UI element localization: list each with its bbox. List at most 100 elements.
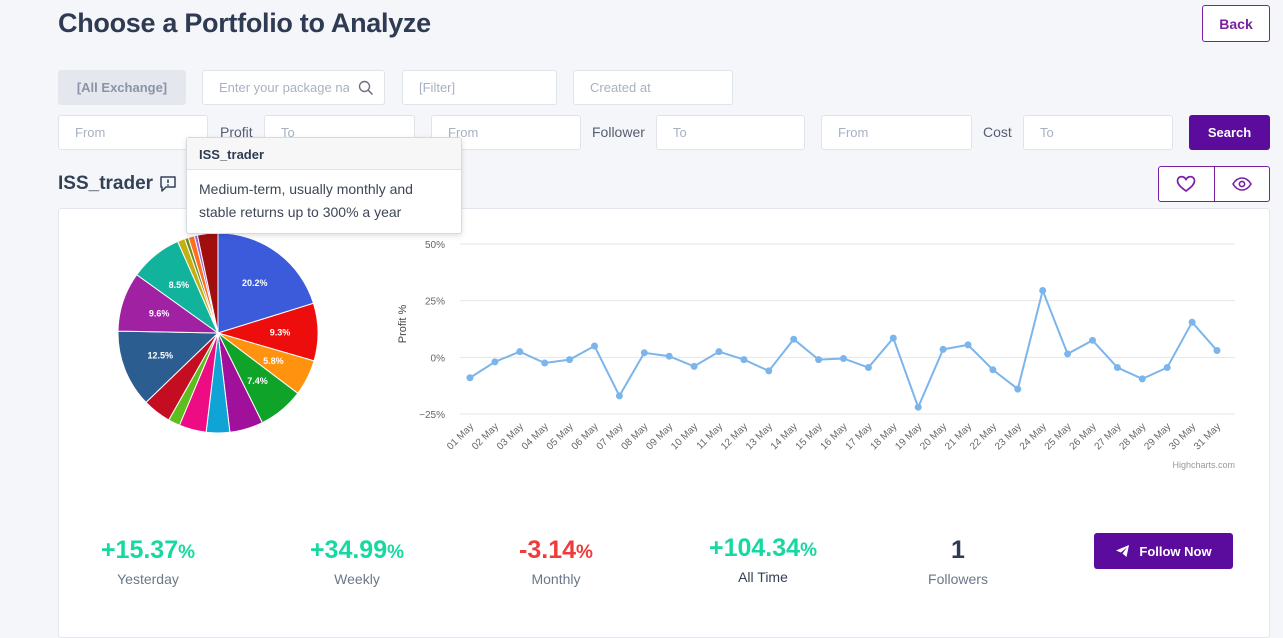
favorite-button[interactable] xyxy=(1159,167,1214,201)
data-point[interactable] xyxy=(939,345,947,353)
pie-slice-label: 12.5% xyxy=(148,351,174,361)
x-tick-label: 23 May xyxy=(993,421,1024,452)
x-tick-label: 22 May xyxy=(968,421,999,452)
data-point[interactable] xyxy=(815,356,823,364)
cost-from-field[interactable] xyxy=(821,115,972,150)
portfolio-tooltip: ISS_trader Medium-term, usually monthly … xyxy=(186,137,462,234)
stat-weekly-value: +34.99% xyxy=(309,536,405,564)
pie-slice-label: 9.6% xyxy=(149,308,170,318)
data-point[interactable] xyxy=(491,358,499,366)
cost-from-input[interactable] xyxy=(838,125,971,140)
comment-icon[interactable] xyxy=(159,175,177,193)
filter-input[interactable] xyxy=(419,80,556,95)
stat-yesterday-label: Yesterday xyxy=(117,571,179,587)
data-point[interactable] xyxy=(1138,375,1146,383)
data-point[interactable] xyxy=(715,348,723,356)
data-point[interactable] xyxy=(1113,364,1121,372)
created-at-input[interactable] xyxy=(590,80,732,95)
pie-slice-label: 20.2% xyxy=(242,278,268,288)
back-button[interactable]: Back xyxy=(1202,5,1270,42)
data-point[interactable] xyxy=(989,366,997,374)
package-search-input[interactable] xyxy=(219,80,349,95)
stat-yesterday-value: +15.37% xyxy=(100,536,196,564)
data-point[interactable] xyxy=(615,392,623,400)
x-tick-label: 03 May xyxy=(495,421,526,452)
data-point[interactable] xyxy=(740,356,748,364)
stat-yesterday: +15.37% Yesterday xyxy=(78,536,218,587)
line-chart: 50% 25% 0% −25% Profit % 01 May02 May03 May04… xyxy=(397,240,1235,470)
data-point[interactable] xyxy=(591,342,598,350)
pie-slice-label: 9.3% xyxy=(270,327,291,337)
y-axis-title: Profit % xyxy=(397,305,409,344)
y-tick-label: 0% xyxy=(431,353,446,364)
data-point[interactable] xyxy=(541,359,549,367)
stat-monthly: -3.14% Monthly xyxy=(486,536,626,587)
y-tick-label: −25% xyxy=(419,410,445,421)
stat-monthly-label: Monthly xyxy=(531,571,581,587)
follower-label: Follower xyxy=(592,124,645,140)
package-search-field[interactable] xyxy=(202,70,385,105)
pie-chart: 20.2% 9.3% 5.8% 7.4% 12.5% 9.6% 8.5% xyxy=(117,232,319,434)
data-point[interactable] xyxy=(1188,318,1196,326)
x-tick-label: 06 May xyxy=(570,421,601,452)
x-tick-label: 05 May xyxy=(545,421,576,452)
x-tick-label: 24 May xyxy=(1018,421,1049,452)
follow-now-button[interactable]: Follow Now xyxy=(1094,533,1233,569)
x-tick-label: 17 May xyxy=(844,421,875,452)
cost-label: Cost xyxy=(983,124,1012,140)
x-tick-label: 08 May xyxy=(619,421,650,452)
data-point[interactable] xyxy=(790,335,798,343)
stat-weekly-label: Weekly xyxy=(334,571,380,587)
filter-select[interactable] xyxy=(402,70,557,105)
data-point[interactable] xyxy=(466,374,474,382)
data-point[interactable] xyxy=(1064,350,1072,358)
x-tick-label: 07 May xyxy=(595,421,626,452)
data-point[interactable] xyxy=(840,354,847,362)
created-at-field[interactable] xyxy=(573,70,733,105)
search-button[interactable]: Search xyxy=(1189,115,1270,150)
follower-to-input[interactable] xyxy=(673,125,804,140)
cost-to-input[interactable] xyxy=(1040,125,1172,140)
data-point[interactable] xyxy=(640,349,648,357)
x-tick-label: 30 May xyxy=(1167,421,1198,452)
follower-from-input[interactable] xyxy=(448,125,580,140)
follower-to-field[interactable] xyxy=(656,115,805,150)
cost-to-field[interactable] xyxy=(1023,115,1173,150)
series-line xyxy=(469,287,1218,410)
data-point[interactable] xyxy=(1014,385,1022,393)
stat-all-time-label: All Time xyxy=(738,569,788,585)
x-tick-label: 27 May xyxy=(1093,421,1124,452)
pie-slice-label: 7.4% xyxy=(247,376,268,386)
x-tick-label: 14 May xyxy=(769,421,800,452)
x-tick-label: 19 May xyxy=(893,421,924,452)
data-point[interactable] xyxy=(914,403,922,411)
view-button[interactable] xyxy=(1213,167,1270,201)
data-point[interactable] xyxy=(1163,364,1171,372)
data-point[interactable] xyxy=(1089,336,1096,344)
send-icon xyxy=(1116,545,1130,557)
x-tick-label: 21 May xyxy=(943,421,974,452)
data-point[interactable] xyxy=(864,364,872,372)
x-tick-label: 15 May xyxy=(794,421,825,452)
x-tick-label: 04 May xyxy=(520,421,551,452)
x-tick-label: 26 May xyxy=(1068,421,1099,452)
portfolio-name: ISS_trader xyxy=(58,173,154,194)
data-point[interactable] xyxy=(889,334,897,342)
data-point[interactable] xyxy=(665,352,673,360)
data-point[interactable] xyxy=(765,367,773,375)
x-tick-label: 18 May xyxy=(868,421,899,452)
x-tick-label: 28 May xyxy=(1117,421,1148,452)
data-point[interactable] xyxy=(690,362,698,370)
chart-credits[interactable]: Highcharts.com xyxy=(1172,460,1235,470)
data-point[interactable] xyxy=(1213,347,1221,355)
x-tick-label: 31 May xyxy=(1192,421,1223,452)
exchange-select[interactable]: [All Exchange] xyxy=(58,70,186,105)
data-point[interactable] xyxy=(566,356,574,364)
data-point[interactable] xyxy=(964,341,972,349)
stat-all-time-value: +104.34% xyxy=(709,534,817,562)
stat-followers: 1 Followers xyxy=(898,536,1018,587)
search-icon[interactable] xyxy=(358,80,374,96)
data-point[interactable] xyxy=(516,348,524,356)
data-point[interactable] xyxy=(1039,286,1047,294)
y-tick-label: 25% xyxy=(425,297,445,308)
